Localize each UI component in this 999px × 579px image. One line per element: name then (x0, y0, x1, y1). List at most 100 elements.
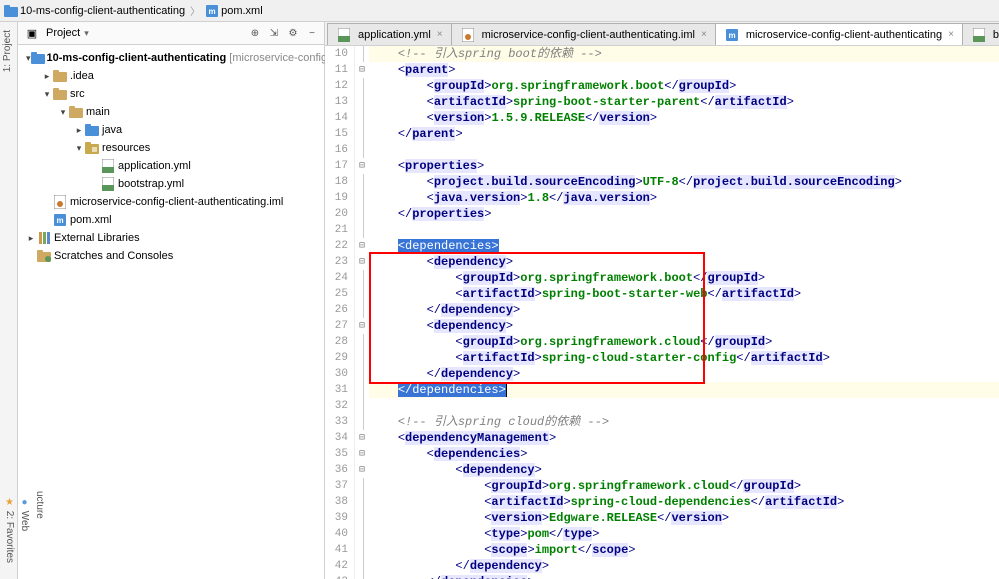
fold-marker[interactable] (355, 478, 369, 494)
code-line[interactable]: </dependency> (369, 302, 999, 318)
code-line[interactable]: <artifactId>spring-boot-starter-parent</… (369, 94, 999, 110)
tree-pom[interactable]: mpom.xml (18, 211, 324, 229)
fold-marker[interactable] (355, 526, 369, 542)
fold-marker[interactable] (355, 382, 369, 398)
tree-resources[interactable]: ▾resources (18, 139, 324, 157)
code-line[interactable]: <version>Edgware.RELEASE</version> (369, 510, 999, 526)
tree-idea[interactable]: ▸.idea (18, 67, 324, 85)
code-line[interactable]: <properties> (369, 158, 999, 174)
editor-tab[interactable]: microservice-config-client-authenticatin… (451, 23, 716, 45)
fold-marker[interactable] (355, 302, 369, 318)
editor[interactable]: 1011121314151617181920212223242526272829… (325, 46, 999, 579)
code-line[interactable]: <groupId>org.springframework.cloud</grou… (369, 478, 999, 494)
code-line[interactable]: <dependencies> (369, 238, 999, 254)
tree-application-yml[interactable]: application.yml (18, 157, 324, 175)
side-tab-web[interactable]: ● Web (17, 489, 32, 571)
fold-marker[interactable]: ⊟ (355, 238, 369, 254)
fold-marker[interactable]: ⊟ (355, 462, 369, 478)
code-line[interactable]: </dependencies> (369, 574, 999, 579)
code-line[interactable]: <dependency> (369, 254, 999, 270)
code-line[interactable]: </dependency> (369, 558, 999, 574)
tree-bootstrap-yml[interactable]: bootstrap.yml (18, 175, 324, 193)
fold-marker[interactable] (355, 574, 369, 579)
code-line[interactable]: <dependencyManagement> (369, 430, 999, 446)
close-icon[interactable]: × (437, 29, 443, 40)
tree-main[interactable]: ▾main (18, 103, 324, 121)
code-line[interactable]: <groupId>org.springframework.boot</group… (369, 270, 999, 286)
gear-icon[interactable]: ⚙ (285, 25, 301, 41)
autoscroll-icon[interactable]: ⊕ (247, 25, 263, 41)
fold-marker[interactable] (355, 206, 369, 222)
code-area[interactable]: <!-- 引入spring boot的依赖 --> <parent> <grou… (369, 46, 999, 579)
fold-marker[interactable] (355, 366, 369, 382)
code-line[interactable]: </dependency> (369, 366, 999, 382)
tree-iml[interactable]: microservice-config-client-authenticatin… (18, 193, 324, 211)
fold-marker[interactable]: ⊟ (355, 446, 369, 462)
code-line[interactable] (369, 222, 999, 238)
code-line[interactable]: <artifactId>spring-boot-starter-web</art… (369, 286, 999, 302)
code-line[interactable]: <parent> (369, 62, 999, 78)
fold-marker[interactable] (355, 494, 369, 510)
fold-marker[interactable] (355, 510, 369, 526)
collapse-icon[interactable]: ⇲ (266, 25, 282, 41)
fold-marker[interactable]: ⊟ (355, 62, 369, 78)
hide-icon[interactable]: − (304, 25, 320, 41)
code-line[interactable]: </dependencies> (369, 382, 999, 398)
code-line[interactable]: </parent> (369, 126, 999, 142)
code-line[interactable]: <groupId>org.springframework.boot</group… (369, 78, 999, 94)
tree-external-libs[interactable]: ▸External Libraries (18, 229, 324, 247)
fold-marker[interactable] (355, 542, 369, 558)
fold-marker[interactable]: ⊟ (355, 254, 369, 270)
code-line[interactable]: <dependency> (369, 462, 999, 478)
code-line[interactable]: </properties> (369, 206, 999, 222)
code-line[interactable]: <artifactId>spring-cloud-dependencies</a… (369, 494, 999, 510)
tree-root[interactable]: ▾10-ms-config-client-authenticating [mic… (18, 49, 324, 67)
editor-tab[interactable]: bootstrap.yml× (962, 23, 999, 45)
fold-marker[interactable] (355, 110, 369, 126)
code-line[interactable]: <artifactId>spring-cloud-starter-config<… (369, 350, 999, 366)
editor-tab[interactable]: application.yml× (327, 23, 452, 45)
fold-marker[interactable]: ⊟ (355, 158, 369, 174)
fold-marker[interactable] (355, 142, 369, 158)
fold-marker[interactable] (355, 94, 369, 110)
fold-marker[interactable] (355, 126, 369, 142)
code-line[interactable]: <version>1.5.9.RELEASE</version> (369, 110, 999, 126)
fold-marker[interactable] (355, 398, 369, 414)
fold-marker[interactable]: ⊟ (355, 318, 369, 334)
side-tab-favorites[interactable]: ★ 2: Favorites (2, 489, 17, 571)
close-icon[interactable]: × (701, 29, 707, 40)
code-line[interactable]: <groupId>org.springframework.cloud</grou… (369, 334, 999, 350)
sidebar-view-title[interactable]: Project (46, 27, 80, 39)
fold-marker[interactable] (355, 174, 369, 190)
fold-marker[interactable] (355, 222, 369, 238)
fold-marker[interactable] (355, 286, 369, 302)
code-line[interactable] (369, 142, 999, 158)
dropdown-icon[interactable]: ▾ (84, 28, 89, 39)
breadcrumb-project[interactable]: 10-ms-config-client-authenticating (20, 5, 185, 17)
side-tab-project[interactable]: 1: Project (0, 22, 17, 80)
code-line[interactable]: <project.build.sourceEncoding>UTF-8</pro… (369, 174, 999, 190)
fold-marker[interactable] (355, 78, 369, 94)
code-line[interactable] (369, 398, 999, 414)
fold-marker[interactable] (355, 190, 369, 206)
fold-marker[interactable] (355, 270, 369, 286)
code-line[interactable]: <!-- 引入spring boot的依赖 --> (369, 46, 999, 62)
fold-marker[interactable] (355, 46, 369, 62)
tree-src[interactable]: ▾src (18, 85, 324, 103)
tree-scratches[interactable]: Scratches and Consoles (18, 247, 324, 265)
breadcrumb-file[interactable]: pom.xml (221, 5, 263, 17)
fold-marker[interactable] (355, 350, 369, 366)
code-line[interactable]: <dependencies> (369, 446, 999, 462)
code-line[interactable]: <type>pom</type> (369, 526, 999, 542)
code-line[interactable]: <!-- 引入spring cloud的依赖 --> (369, 414, 999, 430)
side-tab-structure[interactable]: ucture (32, 489, 47, 571)
code-line[interactable]: <java.version>1.8</java.version> (369, 190, 999, 206)
close-icon[interactable]: × (948, 29, 954, 40)
fold-marker[interactable]: ⊟ (355, 430, 369, 446)
fold-marker[interactable] (355, 414, 369, 430)
fold-marker[interactable] (355, 334, 369, 350)
fold-marker[interactable] (355, 558, 369, 574)
code-line[interactable]: <scope>import</scope> (369, 542, 999, 558)
tree-java[interactable]: ▸java (18, 121, 324, 139)
editor-tab[interactable]: mmicroservice-config-client-authenticati… (715, 23, 963, 45)
